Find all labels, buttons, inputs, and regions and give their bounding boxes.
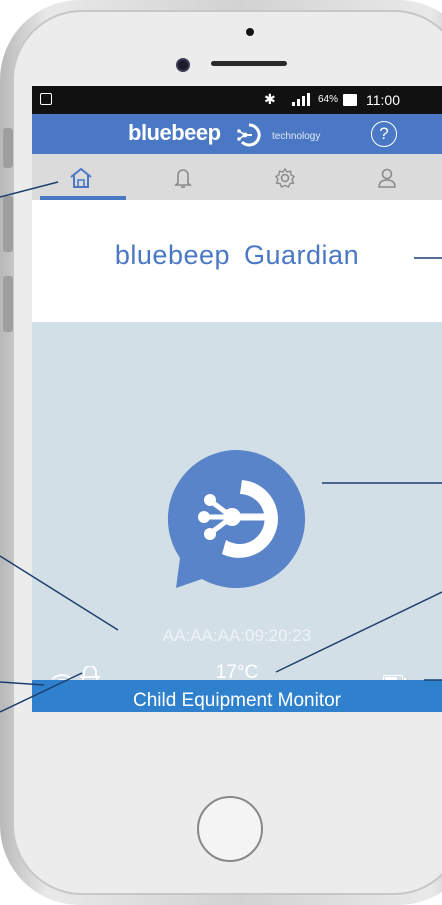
tab-settings[interactable] (236, 154, 334, 200)
product-illustration: ✱ 64% 11:00 bluebeep technology ? bluebe… (0, 0, 442, 905)
volume-up-button (3, 196, 13, 252)
bluebeep-logo-icon[interactable] (162, 446, 308, 592)
earpiece-speaker (211, 61, 287, 66)
proximity-sensor (246, 28, 254, 36)
tab-alerts[interactable] (134, 154, 232, 200)
tab-bar (32, 154, 442, 200)
notification-icon (40, 93, 52, 105)
user-icon (378, 168, 396, 188)
tab-home[interactable] (32, 154, 130, 200)
bell-icon (174, 169, 192, 188)
home-icon (70, 167, 92, 188)
app-header: bluebeep technology ? (32, 114, 442, 154)
battery-status-icon (343, 94, 357, 106)
brand-logo-text: bluebeep (128, 120, 221, 145)
status-bar: ✱ 64% 11:00 (32, 86, 442, 114)
mute-switch (3, 128, 13, 168)
title-card: bluebeep Guardian (32, 200, 442, 322)
tab-profile[interactable] (338, 154, 436, 200)
gear-icon (275, 167, 295, 188)
bluetooth-icon: ✱ (264, 91, 276, 107)
device-mac-address: AA:AA:AA:09:20:23 (162, 626, 312, 645)
brand-icon (237, 123, 261, 147)
home-button[interactable] (197, 796, 263, 862)
brand-tagline: technology (272, 131, 321, 142)
phone-screen: ✱ 64% 11:00 bluebeep technology ? bluebe… (32, 86, 442, 712)
status-time: 11:00 (366, 92, 400, 108)
volume-down-button (3, 276, 13, 332)
battery-percent: 64% (318, 94, 339, 105)
footer-bar: Child Equipment Monitor (32, 680, 442, 712)
signal-icon (292, 93, 310, 106)
front-camera-icon (176, 58, 190, 72)
help-button[interactable]: ? (371, 121, 397, 147)
page-title: bluebeep Guardian (114, 240, 360, 270)
footer-title: Child Equipment Monitor (132, 690, 342, 711)
